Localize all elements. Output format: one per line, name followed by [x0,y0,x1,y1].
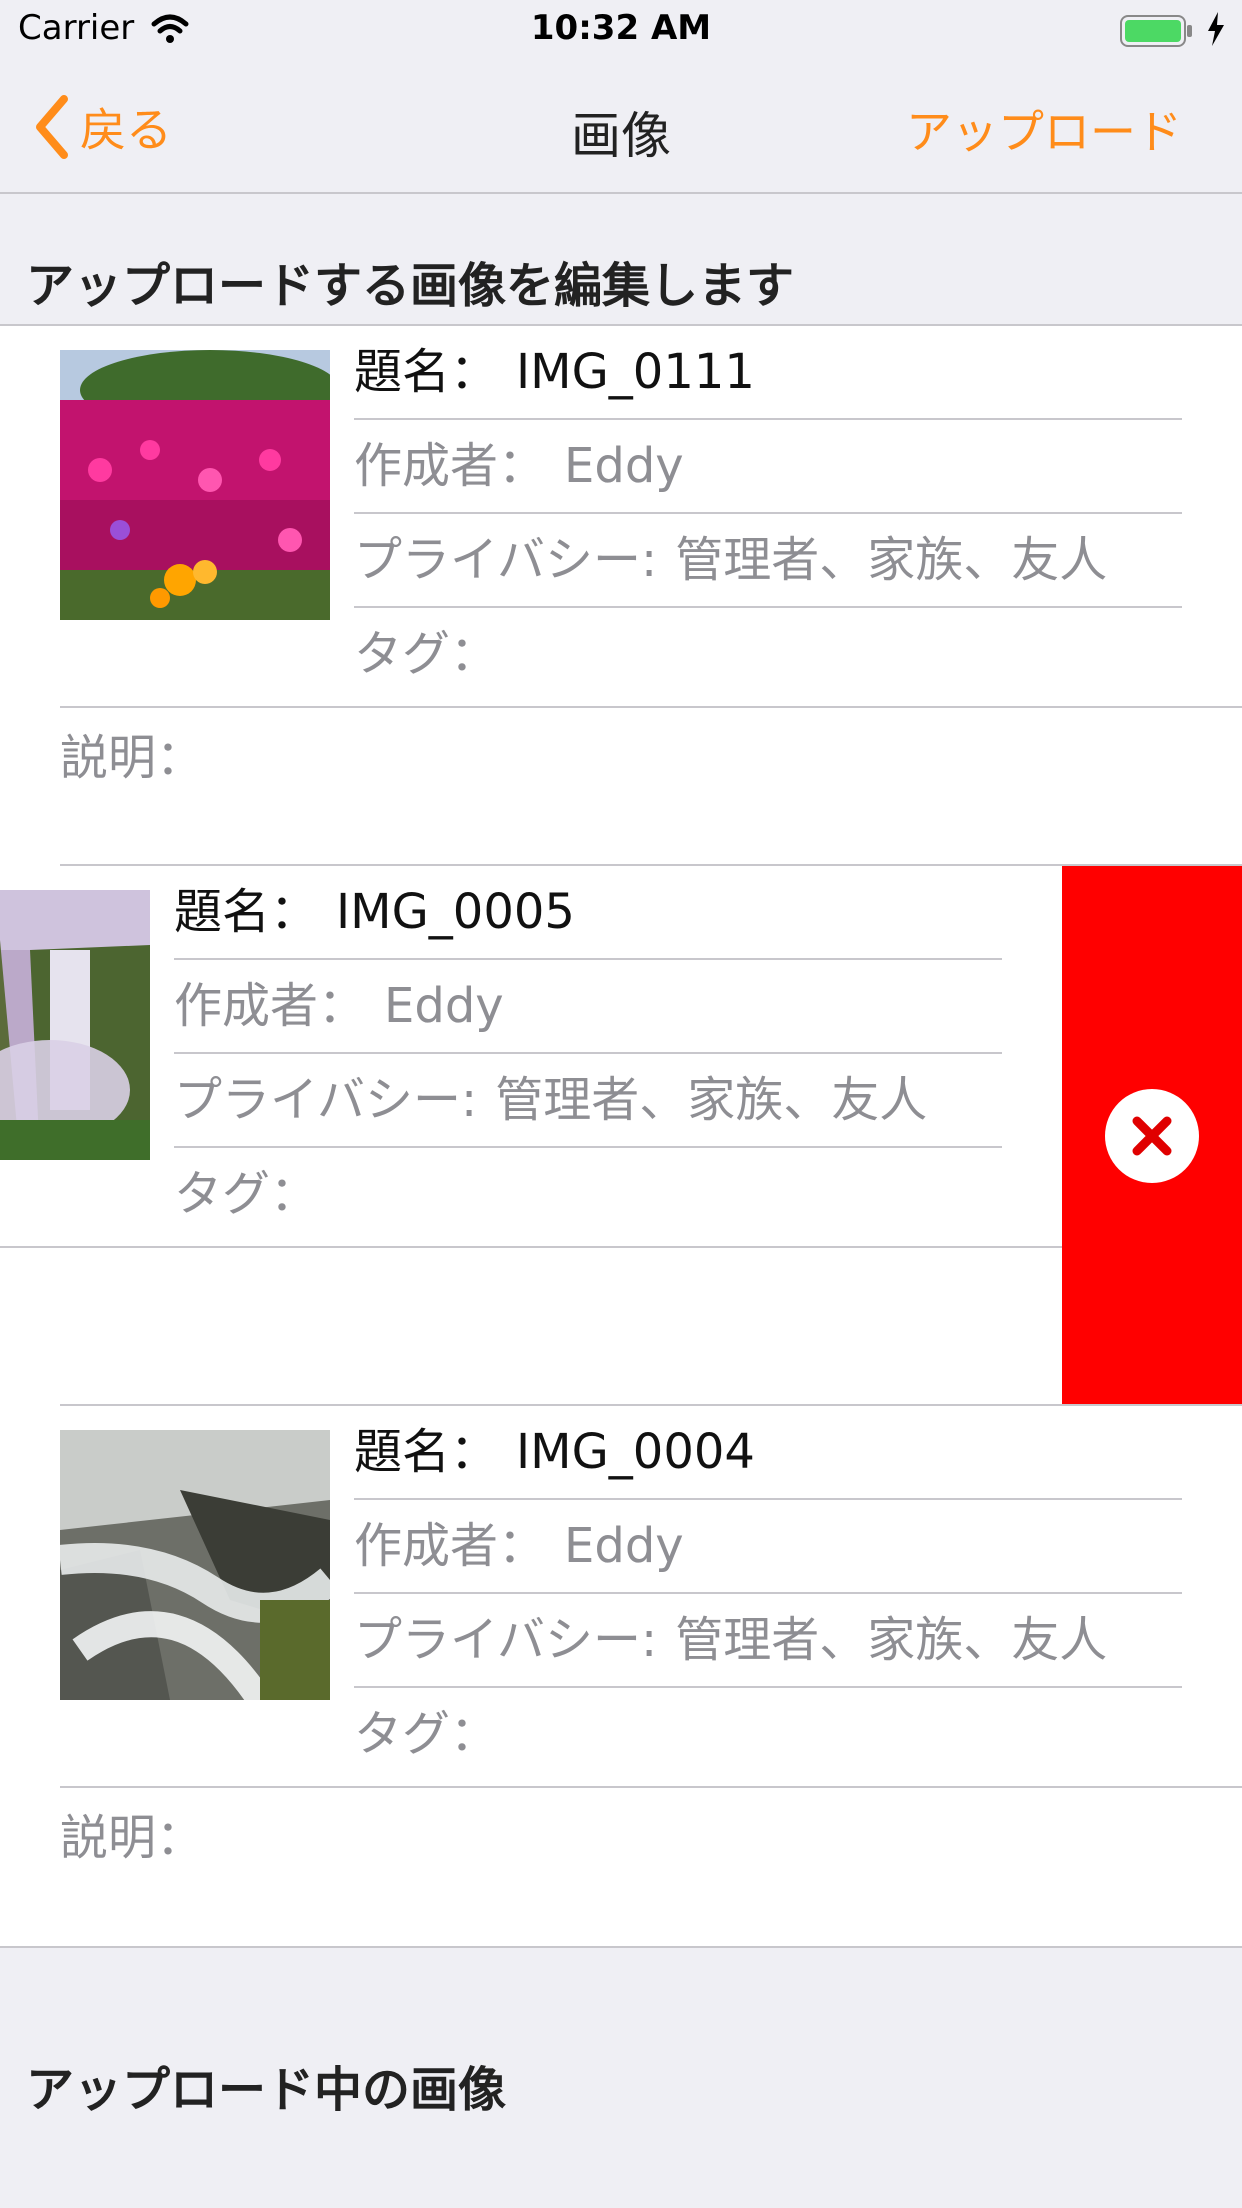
tags-field[interactable]: タグ： [354,608,1182,700]
close-icon [1132,1116,1172,1156]
privacy-label: プライバシー: [354,532,658,588]
description-field[interactable]: 説明： [0,1252,1002,1344]
title-label: 題名： [354,1424,499,1480]
privacy-field[interactable]: プライバシー: 管理者、家族、友人 [354,514,1182,608]
title-field[interactable]: 題名： IMG_0111 [354,326,1182,420]
image-thumbnail-stream[interactable] [60,1430,330,1700]
description-label: 説明： [0,1270,24,1326]
tags-field[interactable]: タグ： [174,1148,1002,1240]
title-field[interactable]: 題名： IMG_0005 [174,866,1002,960]
delete-action-button[interactable] [1062,866,1242,1406]
upload-button[interactable]: アップロード [906,96,1182,162]
creator-value: Eddy [384,978,504,1034]
image-edit-list: 題名： IMG_0111 作成者： Eddy プライバシー: 管理者、家族、友人 タグ… [0,324,1242,1948]
creator-label: 作成者： [354,1518,547,1574]
creator-field[interactable]: 作成者： Eddy [354,1500,1182,1594]
privacy-value: 管理者、家族、友人 [675,532,1108,588]
privacy-value: 管理者、家族、友人 [675,1612,1108,1668]
clock: 10:32 AM [530,8,712,48]
status-bar: Carrier 10:32 AM [0,0,1242,60]
creator-field[interactable]: 作成者： Eddy [354,420,1182,514]
creator-value: Eddy [564,1518,684,1574]
creator-field[interactable]: 作成者： Eddy [174,960,1002,1054]
navigation-bar: 戻る 画像 アップロード [0,60,1242,194]
divider [60,706,1242,708]
divider [60,1786,1242,1788]
image-thumbnail-flowers[interactable] [60,350,330,620]
image-cell-swiped[interactable]: 題名： IMG_0005 作成者： Eddy プライバシー: 管理者、家族、友人 タグ… [0,866,1242,1406]
title-value: IMG_0005 [336,884,575,940]
privacy-field[interactable]: プライバシー: 管理者、家族、友人 [174,1054,1002,1148]
description-field[interactable]: 説明： [60,712,1182,804]
title-label: 題名： [354,344,499,400]
charging-icon [1206,12,1226,50]
creator-value: Eddy [564,438,684,494]
image-cell[interactable]: 題名： IMG_0004 作成者： Eddy プライバシー: 管理者、家族、友人 タグ… [0,1406,1242,1946]
privacy-field[interactable]: プライバシー: 管理者、家族、友人 [354,1594,1182,1688]
battery-icon [1120,14,1194,52]
title-value: IMG_0111 [516,344,755,400]
title-field[interactable]: 題名： IMG_0004 [354,1406,1182,1500]
tags-label: タグ： [354,1706,499,1762]
edit-section-header: アップロードする画像を編集します [26,258,795,314]
description-label: 説明： [60,1810,205,1866]
privacy-value: 管理者、家族、友人 [495,1072,928,1128]
image-thumbnail-waterfall[interactable] [0,890,150,1160]
creator-label: 作成者： [174,978,367,1034]
image-cell[interactable]: 題名： IMG_0111 作成者： Eddy プライバシー: 管理者、家族、友人 タグ… [0,326,1242,866]
uploading-section-header: アップロード中の画像 [26,2062,507,2118]
privacy-label: プライバシー: [174,1072,478,1128]
tags-label: タグ： [354,626,499,682]
title-label: 題名： [174,884,319,940]
delete-circle [1105,1089,1199,1183]
tags-field[interactable]: タグ： [354,1688,1182,1780]
description-field[interactable]: 説明： [60,1792,1182,1884]
description-label: 説明： [60,730,205,786]
privacy-label: プライバシー: [354,1612,658,1668]
title-value: IMG_0004 [516,1424,755,1480]
tags-label: タグ： [174,1166,319,1222]
divider [0,1246,1062,1248]
creator-label: 作成者： [354,438,547,494]
